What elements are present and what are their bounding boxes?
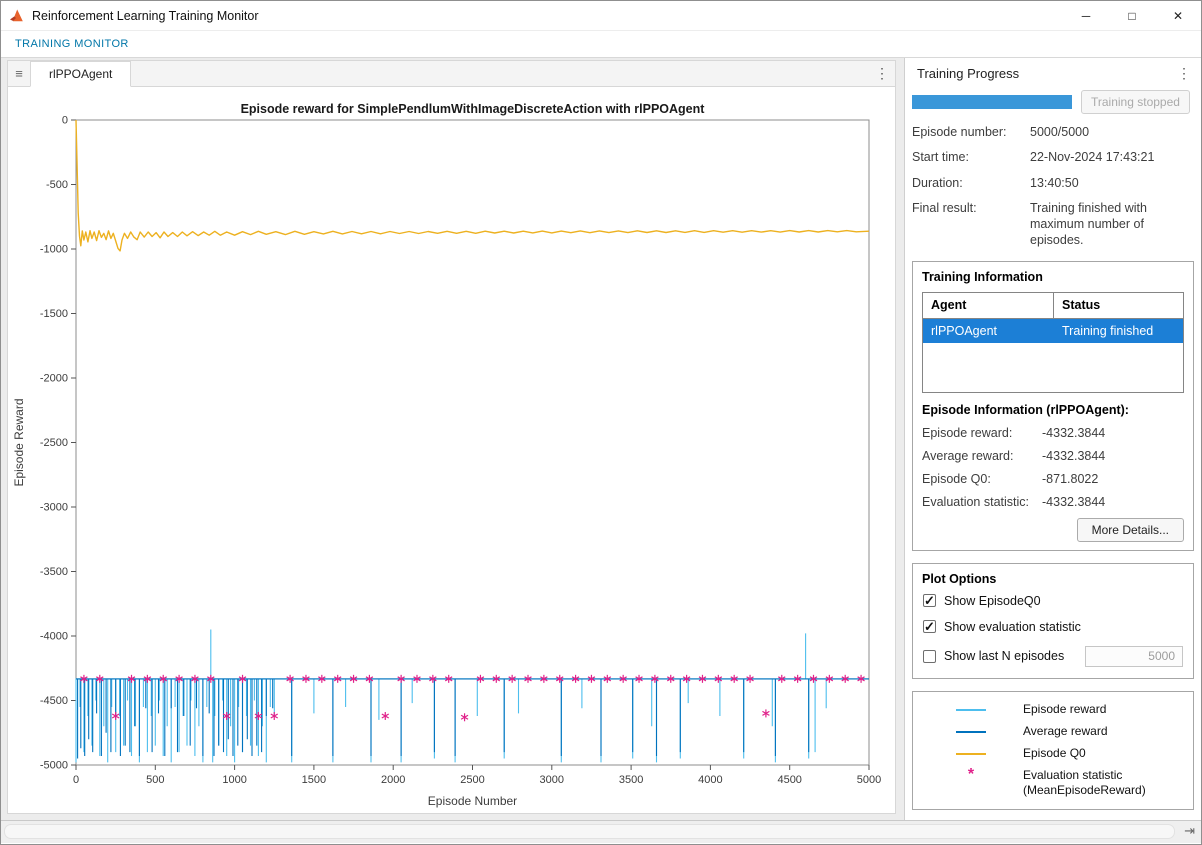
field-episode-number: Episode number: 5000/5000 (912, 124, 1191, 140)
close-button[interactable]: ✕ (1155, 1, 1201, 30)
svg-text:-2500: -2500 (40, 437, 68, 449)
svg-text:0: 0 (73, 774, 79, 786)
tab-label: rlPPOAgent (49, 67, 112, 81)
agent-name-cell: rlPPOAgent (923, 319, 1054, 343)
progress-menu-icon[interactable]: ⋮ (1175, 65, 1193, 82)
legend-item-episode-q0: Episode Q0 (919, 746, 1187, 762)
svg-text:-3500: -3500 (40, 566, 68, 578)
progress-fill (912, 95, 1072, 109)
field-start-time: Start time: 22-Nov-2024 17:43:21 (912, 149, 1191, 165)
progress-fields: Episode number: 5000/5000 Start time: 22… (905, 118, 1201, 249)
svg-text:2000: 2000 (381, 774, 405, 786)
asterisk-marker-icon: * (968, 768, 974, 782)
plot-options-panel: Plot Options Show EpisodeQ0 Show evaluat… (912, 563, 1194, 679)
checkbox-show-episodeq0[interactable]: Show EpisodeQ0 (923, 594, 1183, 608)
legend-item-episode-reward: Episode reward (919, 702, 1187, 718)
average-reward-line-swatch (956, 731, 986, 733)
matlab-icon (9, 8, 25, 24)
svg-text:-1000: -1000 (40, 244, 68, 256)
field-episode-q0: Episode Q0: -871.8022 (922, 472, 1184, 486)
training-chart: 0 500 1000 1500 2000 2500 3000 3500 4000 4500 5000… (8, 87, 895, 813)
field-final-result: Final result: Training finished with max… (912, 200, 1191, 249)
plot-options-title: Plot Options (922, 572, 1184, 586)
minimize-button[interactable]: ─ (1063, 1, 1109, 30)
svg-text:500: 500 (146, 774, 164, 786)
training-progress-panel: Training Progress ⋮ Training stopped Epi… (904, 58, 1201, 820)
chart-legend: Episode reward Average reward Episode Q0… (912, 691, 1194, 810)
document-tab-bar: ≡ rlPPOAgent ⋮ (8, 61, 895, 87)
legend-item-evaluation-statistic: * Evaluation statistic (MeanEpisodeRewar… (919, 768, 1187, 799)
tab-rlppoagent[interactable]: rlPPOAgent (30, 61, 131, 87)
svg-text:4000: 4000 (698, 774, 722, 786)
statusbar-expand-icon[interactable]: ⇥ (1184, 823, 1195, 839)
svg-text:-4500: -4500 (40, 695, 68, 707)
window-title: Reinforcement Learning Training Monitor (32, 9, 259, 23)
column-status: Status (1054, 293, 1183, 318)
episode-reward-line-swatch (956, 709, 986, 711)
checkbox-icon[interactable] (923, 594, 936, 607)
field-duration: Duration: 13:40:50 (912, 175, 1191, 191)
last-n-episodes-input[interactable] (1085, 646, 1183, 667)
app-window: Reinforcement Learning Training Monitor … (0, 0, 1202, 845)
svg-text:-2000: -2000 (40, 373, 68, 385)
ribbon-tabs: TRAINING MONITOR (1, 31, 1201, 58)
training-stopped-button[interactable]: Training stopped (1081, 90, 1190, 114)
agent-row[interactable]: rlPPOAgent Training finished (923, 319, 1183, 343)
svg-text:1000: 1000 (222, 774, 246, 786)
horizontal-scrollbar[interactable] (4, 824, 1175, 839)
title-bar: Reinforcement Learning Training Monitor … (1, 1, 1201, 31)
checkbox-show-last-n-episodes[interactable]: Show last N episodes (923, 646, 1183, 667)
svg-text:3000: 3000 (540, 774, 564, 786)
tab-training-monitor[interactable]: TRAINING MONITOR (1, 38, 143, 50)
checkbox-icon[interactable] (923, 620, 936, 633)
svg-text:Episode Reward: Episode Reward (12, 398, 26, 486)
chart-panel: 0 500 1000 1500 2000 2500 3000 3500 4000 4500 5000… (8, 87, 895, 813)
checkbox-icon[interactable] (923, 650, 936, 663)
svg-text:-500: -500 (46, 179, 68, 191)
progress-row: Training stopped (905, 88, 1201, 118)
chart-document: ≡ rlPPOAgent ⋮ 0 500 1000 1500 2000 2500 3000 3… (7, 60, 896, 814)
svg-text:-3000: -3000 (40, 502, 68, 514)
tab-list-icon[interactable]: ≡ (8, 66, 30, 81)
svg-text:Episode reward for SimplePendl: Episode reward for SimplePendlumWithImag… (241, 102, 706, 116)
agents-table: Agent Status rlPPOAgent Training finishe… (922, 292, 1184, 393)
column-agent: Agent (923, 293, 1054, 318)
svg-text:1500: 1500 (302, 774, 326, 786)
training-information-panel: Training Information Agent Status rlPPOA… (912, 261, 1194, 551)
svg-text:Episode Number: Episode Number (428, 794, 517, 808)
agents-table-header: Agent Status (923, 293, 1183, 319)
more-details-button[interactable]: More Details... (1077, 518, 1184, 542)
window-controls: ─ □ ✕ (1063, 1, 1201, 30)
status-bar: ⇥ (1, 820, 1201, 843)
svg-text:5000: 5000 (857, 774, 881, 786)
training-progress-title: Training Progress (917, 66, 1019, 81)
legend-item-average-reward: Average reward (919, 724, 1187, 740)
agent-status-cell: Training finished (1054, 319, 1183, 343)
svg-text:4500: 4500 (777, 774, 801, 786)
training-progress-bar (912, 95, 1072, 109)
field-average-reward: Average reward: -4332.3844 (922, 449, 1184, 463)
svg-text:-4000: -4000 (40, 631, 68, 643)
svg-text:-5000: -5000 (40, 760, 68, 772)
field-episode-reward: Episode reward: -4332.3844 (922, 426, 1184, 440)
training-progress-header: Training Progress ⋮ (905, 58, 1201, 88)
training-information-title: Training Information (922, 270, 1184, 284)
maximize-button[interactable]: □ (1109, 1, 1155, 30)
svg-text:3500: 3500 (619, 774, 643, 786)
episode-q0-line-swatch (956, 753, 986, 755)
main-area: ≡ rlPPOAgent ⋮ 0 500 1000 1500 2000 2500 3000 3… (1, 58, 1201, 820)
chart-menu-icon[interactable]: ⋮ (869, 65, 895, 82)
svg-text:-1500: -1500 (40, 308, 68, 320)
svg-text:2500: 2500 (460, 774, 484, 786)
episode-information-title: Episode Information (rlPPOAgent): (922, 403, 1184, 417)
svg-text:0: 0 (62, 115, 68, 127)
checkbox-show-evaluation-statistic[interactable]: Show evaluation statistic (923, 620, 1183, 634)
field-evaluation-statistic: Evaluation statistic: -4332.3844 (922, 495, 1184, 509)
